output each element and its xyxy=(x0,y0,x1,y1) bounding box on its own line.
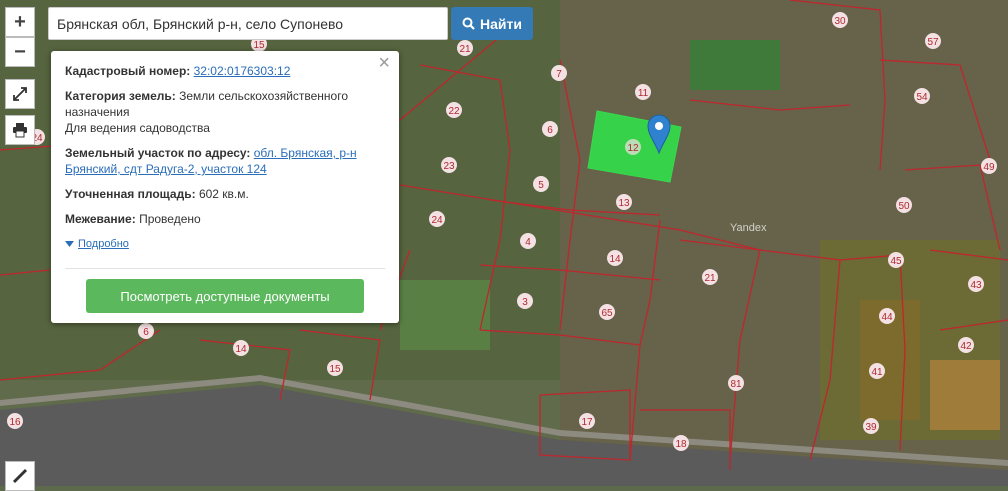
search-box xyxy=(48,7,448,40)
close-icon[interactable]: × xyxy=(378,53,390,73)
address-row: Земельный участок по адресу: обл. Брянск… xyxy=(65,145,385,177)
svg-text:13: 13 xyxy=(618,198,630,209)
svg-text:43: 43 xyxy=(970,280,982,291)
svg-text:22: 22 xyxy=(448,106,460,117)
svg-text:44: 44 xyxy=(881,312,893,323)
area-value: 602 кв.м. xyxy=(198,187,249,201)
parcel-info-popup: × Кадастровый номер: 32:02:0176303:12 Ка… xyxy=(51,51,399,323)
svg-text:30: 30 xyxy=(834,16,846,27)
category-row: Категория земель: Земли сельскохозяйстве… xyxy=(65,88,385,136)
svg-text:6: 6 xyxy=(143,327,149,338)
zoom-in-button[interactable]: + xyxy=(5,7,35,37)
survey-label: Межевание: xyxy=(65,212,136,226)
fullscreen-button[interactable] xyxy=(5,79,35,109)
svg-text:42: 42 xyxy=(960,341,972,352)
details-link-label: Подробно xyxy=(78,238,129,250)
search-button[interactable]: Найти xyxy=(451,7,533,40)
cadastral-number-link[interactable]: 32:02:0176303:12 xyxy=(194,64,291,78)
details-link[interactable]: Подробно xyxy=(65,236,385,252)
svg-text:15: 15 xyxy=(329,364,341,375)
zoom-out-button[interactable]: − xyxy=(5,37,35,67)
triangle-down-icon xyxy=(65,241,74,247)
svg-text:81: 81 xyxy=(730,379,742,390)
svg-text:49: 49 xyxy=(983,162,995,173)
search-input[interactable] xyxy=(49,8,447,39)
svg-text:65: 65 xyxy=(601,308,613,319)
svg-text:18: 18 xyxy=(675,439,687,450)
svg-text:14: 14 xyxy=(609,254,621,265)
svg-text:17: 17 xyxy=(581,417,593,428)
category-label: Категория земель: xyxy=(65,89,176,103)
expand-icon xyxy=(13,87,27,101)
svg-text:14: 14 xyxy=(235,344,247,355)
search-button-label: Найти xyxy=(480,15,522,32)
svg-text:24: 24 xyxy=(431,215,443,226)
print-button[interactable] xyxy=(5,115,35,145)
svg-text:54: 54 xyxy=(916,92,928,103)
svg-text:50: 50 xyxy=(898,201,910,212)
svg-text:5: 5 xyxy=(538,180,544,191)
cadastral-row: Кадастровый номер: 32:02:0176303:12 xyxy=(65,63,385,79)
ruler-button[interactable] xyxy=(5,461,35,491)
printer-icon xyxy=(13,123,27,138)
svg-text:45: 45 xyxy=(890,256,902,267)
popup-divider xyxy=(65,268,385,269)
svg-text:41: 41 xyxy=(871,367,883,378)
svg-text:39: 39 xyxy=(865,422,877,433)
svg-text:21: 21 xyxy=(459,44,471,55)
svg-text:23: 23 xyxy=(443,161,455,172)
map-watermark: Yandex xyxy=(730,222,767,234)
survey-value: Проведено xyxy=(139,212,201,226)
cadastral-label: Кадастровый номер: xyxy=(65,64,191,78)
address-label: Земельный участок по адресу: xyxy=(65,146,251,160)
svg-text:7: 7 xyxy=(556,69,562,80)
svg-text:11: 11 xyxy=(638,88,649,99)
svg-text:3: 3 xyxy=(522,297,528,308)
ruler-icon xyxy=(12,468,28,484)
svg-text:6: 6 xyxy=(547,125,553,136)
area-label: Уточненная площадь: xyxy=(65,187,196,201)
view-documents-button[interactable]: Посмотреть доступные документы xyxy=(86,279,364,313)
svg-text:16: 16 xyxy=(9,417,21,428)
area-row: Уточненная площадь: 602 кв.м. xyxy=(65,186,385,202)
svg-text:4: 4 xyxy=(525,237,531,248)
search-icon xyxy=(462,17,475,30)
survey-row: Межевание: Проведено xyxy=(65,211,385,227)
svg-text:15: 15 xyxy=(253,40,265,51)
svg-text:21: 21 xyxy=(704,273,716,284)
svg-text:57: 57 xyxy=(927,37,939,48)
svg-text:12: 12 xyxy=(627,143,639,154)
category-use: Для ведения садоводства xyxy=(65,121,210,135)
